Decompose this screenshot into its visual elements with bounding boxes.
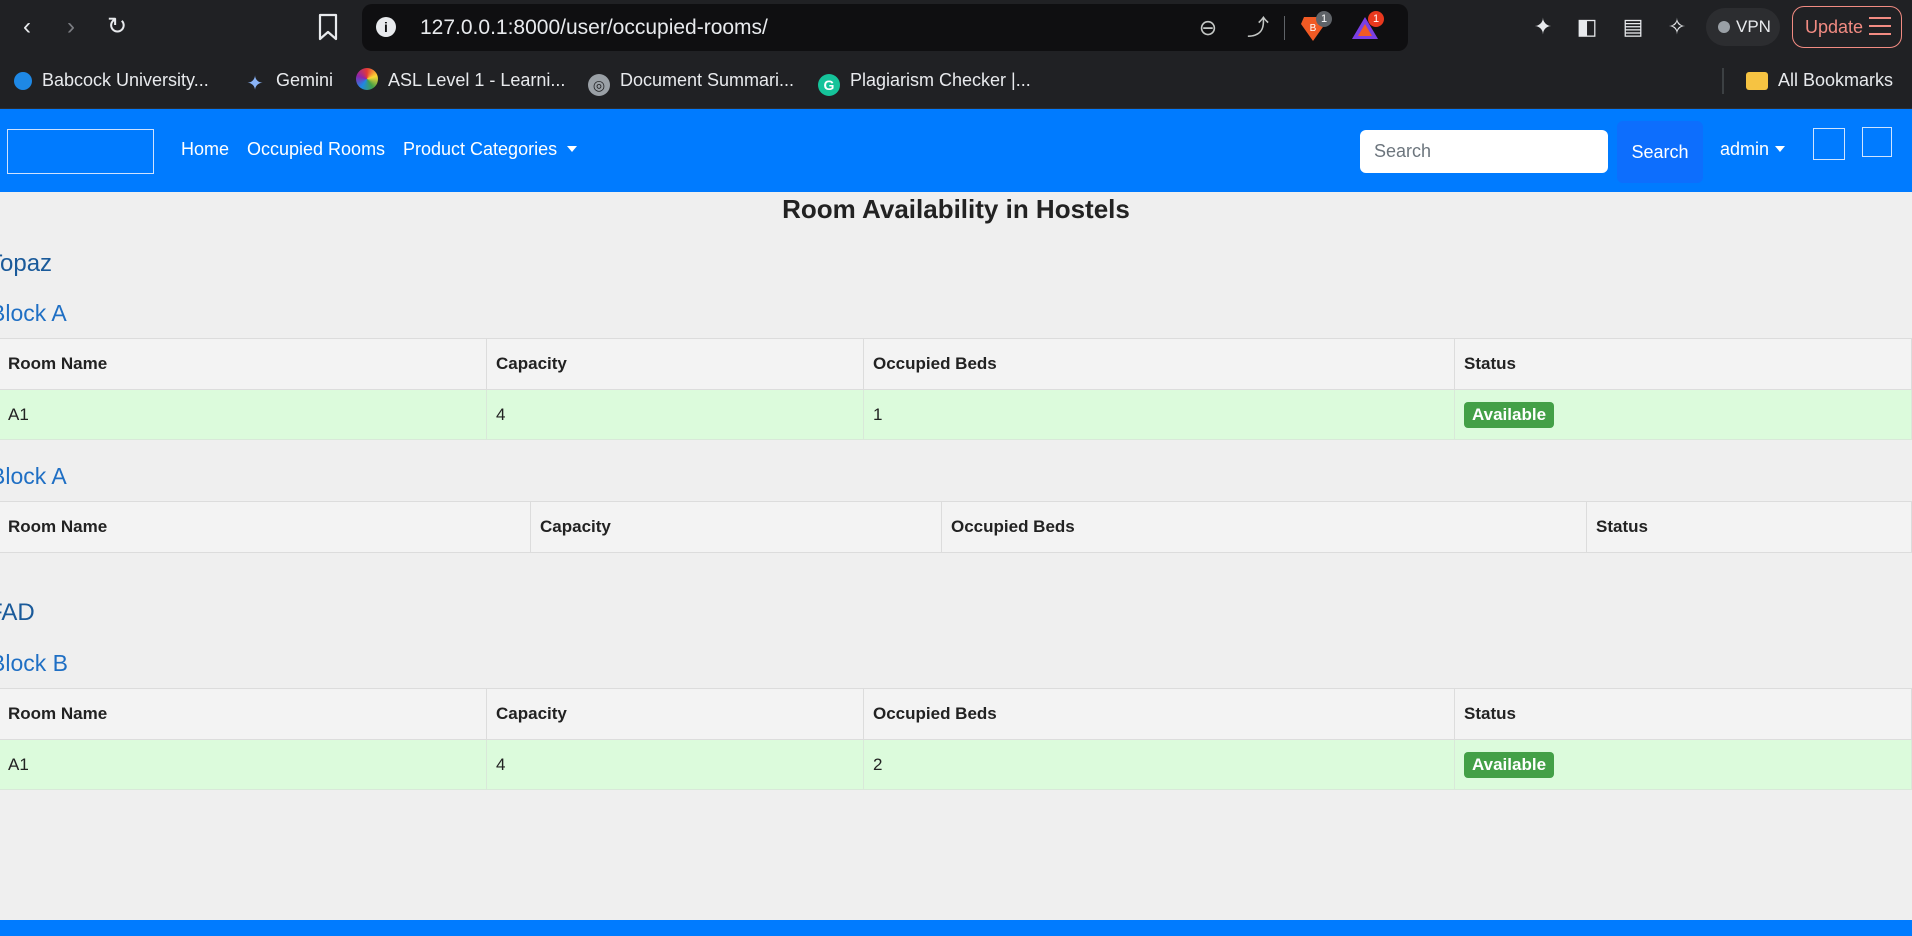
broken-image-icon[interactable] bbox=[1862, 127, 1892, 157]
chevron-down-icon bbox=[1775, 146, 1786, 152]
table-header-row: Room Name Capacity Occupied Beds Status bbox=[0, 338, 1912, 390]
status-cell: Available bbox=[1454, 739, 1912, 790]
block-name: Block A bbox=[0, 300, 67, 326]
col-room-name: Room Name bbox=[0, 688, 487, 740]
url-text[interactable]: 127.0.0.1:8000/user/occupied-rooms/ bbox=[420, 16, 768, 40]
bookmark-asl[interactable]: ASL Level 1 - Learni... bbox=[356, 66, 565, 94]
user-menu[interactable]: admin bbox=[1720, 139, 1786, 160]
reload-icon[interactable]: ↻ bbox=[100, 10, 134, 44]
page-title: Room Availability in Hostels bbox=[782, 194, 1130, 224]
footer-bar bbox=[0, 920, 1912, 936]
col-status: Status bbox=[1586, 501, 1912, 553]
rooms-table: Room Name Capacity Occupied Beds Status bbox=[0, 501, 1912, 553]
brave-shields-icon[interactable]: B 1 bbox=[1298, 11, 1332, 43]
capacity-cell: 4 bbox=[486, 389, 864, 440]
search-input[interactable] bbox=[1360, 130, 1608, 173]
col-occupied-beds: Occupied Beds bbox=[941, 501, 1587, 553]
back-icon[interactable]: ‹ bbox=[10, 10, 44, 44]
sidebar-toggle-icon[interactable]: ◧ bbox=[1572, 12, 1602, 42]
babcock-icon bbox=[14, 72, 32, 90]
address-bar[interactable]: i 127.0.0.1:8000/user/occupied-rooms/ ⊖ … bbox=[362, 4, 1408, 51]
chevron-down-icon bbox=[567, 146, 578, 152]
forward-icon[interactable]: › bbox=[54, 10, 88, 44]
bookmarks-divider bbox=[1722, 68, 1724, 94]
hostel-name: Topaz bbox=[0, 250, 53, 277]
update-menu-button[interactable]: Update bbox=[1792, 6, 1902, 48]
bookmark-page-icon[interactable] bbox=[316, 12, 340, 42]
occupied-cell: 2 bbox=[863, 739, 1455, 790]
shields-badge: 1 bbox=[1316, 11, 1332, 27]
extensions-icon[interactable]: ✦ bbox=[1528, 12, 1558, 42]
bookmark-plagiarism-checker[interactable]: G Plagiarism Checker |... bbox=[818, 66, 1031, 96]
rooms-table: Room Name Capacity Occupied Beds Status … bbox=[0, 688, 1912, 790]
vpn-label: VPN bbox=[1736, 17, 1771, 36]
table-header-row: Room Name Capacity Occupied Beds Status bbox=[0, 688, 1912, 740]
col-status: Status bbox=[1454, 688, 1912, 740]
col-occupied-beds: Occupied Beds bbox=[863, 338, 1455, 390]
status-badge: Available bbox=[1464, 751, 1555, 778]
col-capacity: Capacity bbox=[486, 688, 864, 740]
col-occupied-beds: Occupied Beds bbox=[863, 688, 1455, 740]
folder-icon bbox=[1746, 72, 1768, 90]
vpn-button[interactable]: VPN bbox=[1706, 8, 1780, 46]
share-icon[interactable]: ⤴ bbox=[1244, 14, 1272, 42]
block-name: Block A bbox=[0, 463, 67, 489]
hostel-name: FAD bbox=[0, 599, 35, 626]
table-header-row: Room Name Capacity Occupied Beds Status bbox=[0, 501, 1912, 553]
table-row: A1 4 2 Available bbox=[0, 739, 1912, 790]
site-info-icon[interactable]: i bbox=[376, 17, 396, 37]
bookmark-gemini[interactable]: ✦ Gemini bbox=[244, 66, 334, 95]
bookmark-document-summarizer[interactable]: ◎ Document Summari... bbox=[588, 66, 795, 96]
col-room-name: Room Name bbox=[0, 501, 531, 553]
nav-product-categories[interactable]: Product Categories bbox=[403, 139, 578, 160]
browser-toolbar: ‹ › ↻ i 127.0.0.1:8000/user/occupied-roo… bbox=[0, 0, 1912, 56]
room-name-cell: A1 bbox=[0, 739, 487, 790]
update-label: Update bbox=[1805, 17, 1864, 37]
col-status: Status bbox=[1454, 338, 1912, 390]
menu-icon bbox=[1869, 17, 1891, 35]
asl-icon bbox=[356, 68, 378, 90]
rewards-badge: 1 bbox=[1368, 11, 1384, 27]
app-navbar: Home Occupied Rooms Product Categories S… bbox=[0, 109, 1912, 192]
user-name: admin bbox=[1720, 139, 1770, 159]
globe-icon: ◎ bbox=[588, 74, 610, 96]
bookmark-label: Document Summari... bbox=[620, 70, 795, 90]
search-button[interactable]: Search bbox=[1617, 121, 1703, 183]
bookmark-label: ASL Level 1 - Learni... bbox=[388, 70, 566, 90]
all-bookmarks-label: All Bookmarks bbox=[1778, 70, 1894, 90]
status-cell: Available bbox=[1454, 389, 1912, 440]
site-logo[interactable] bbox=[7, 129, 154, 174]
col-capacity: Capacity bbox=[486, 338, 864, 390]
table-row: A1 4 1 Available bbox=[0, 389, 1912, 440]
vpn-status-icon bbox=[1718, 21, 1730, 33]
col-capacity: Capacity bbox=[530, 501, 942, 553]
status-badge: Available bbox=[1464, 401, 1555, 428]
col-room-name: Room Name bbox=[0, 338, 487, 390]
bookmark-label: Plagiarism Checker |... bbox=[850, 70, 1031, 90]
capacity-cell: 4 bbox=[486, 739, 864, 790]
leo-ai-icon[interactable]: ✧ bbox=[1662, 12, 1692, 42]
url-separator bbox=[1284, 16, 1285, 40]
brave-rewards-icon[interactable]: 1 bbox=[1350, 11, 1384, 43]
bookmark-label: Babcock University... bbox=[42, 70, 209, 90]
grammarly-icon: G bbox=[818, 74, 840, 96]
product-categories-label: Product Categories bbox=[403, 139, 558, 159]
svg-text:B: B bbox=[1310, 23, 1317, 34]
zoom-icon[interactable]: ⊖ bbox=[1194, 14, 1222, 42]
broken-image-icon[interactable] bbox=[1813, 128, 1845, 160]
nav-home[interactable]: Home bbox=[181, 139, 229, 160]
wallet-icon[interactable]: ▤ bbox=[1618, 12, 1648, 42]
gemini-icon: ✦ bbox=[246, 73, 264, 95]
occupied-cell: 1 bbox=[863, 389, 1455, 440]
bookmark-label: Gemini bbox=[276, 70, 334, 90]
nav-occupied-rooms[interactable]: Occupied Rooms bbox=[247, 139, 385, 160]
block-name: Block B bbox=[0, 650, 68, 676]
all-bookmarks-button[interactable]: All Bookmarks bbox=[1746, 66, 1893, 94]
bookmark-babcock[interactable]: Babcock University... bbox=[14, 66, 209, 94]
room-name-cell: A1 bbox=[0, 389, 487, 440]
rooms-table: Room Name Capacity Occupied Beds Status … bbox=[0, 338, 1912, 440]
